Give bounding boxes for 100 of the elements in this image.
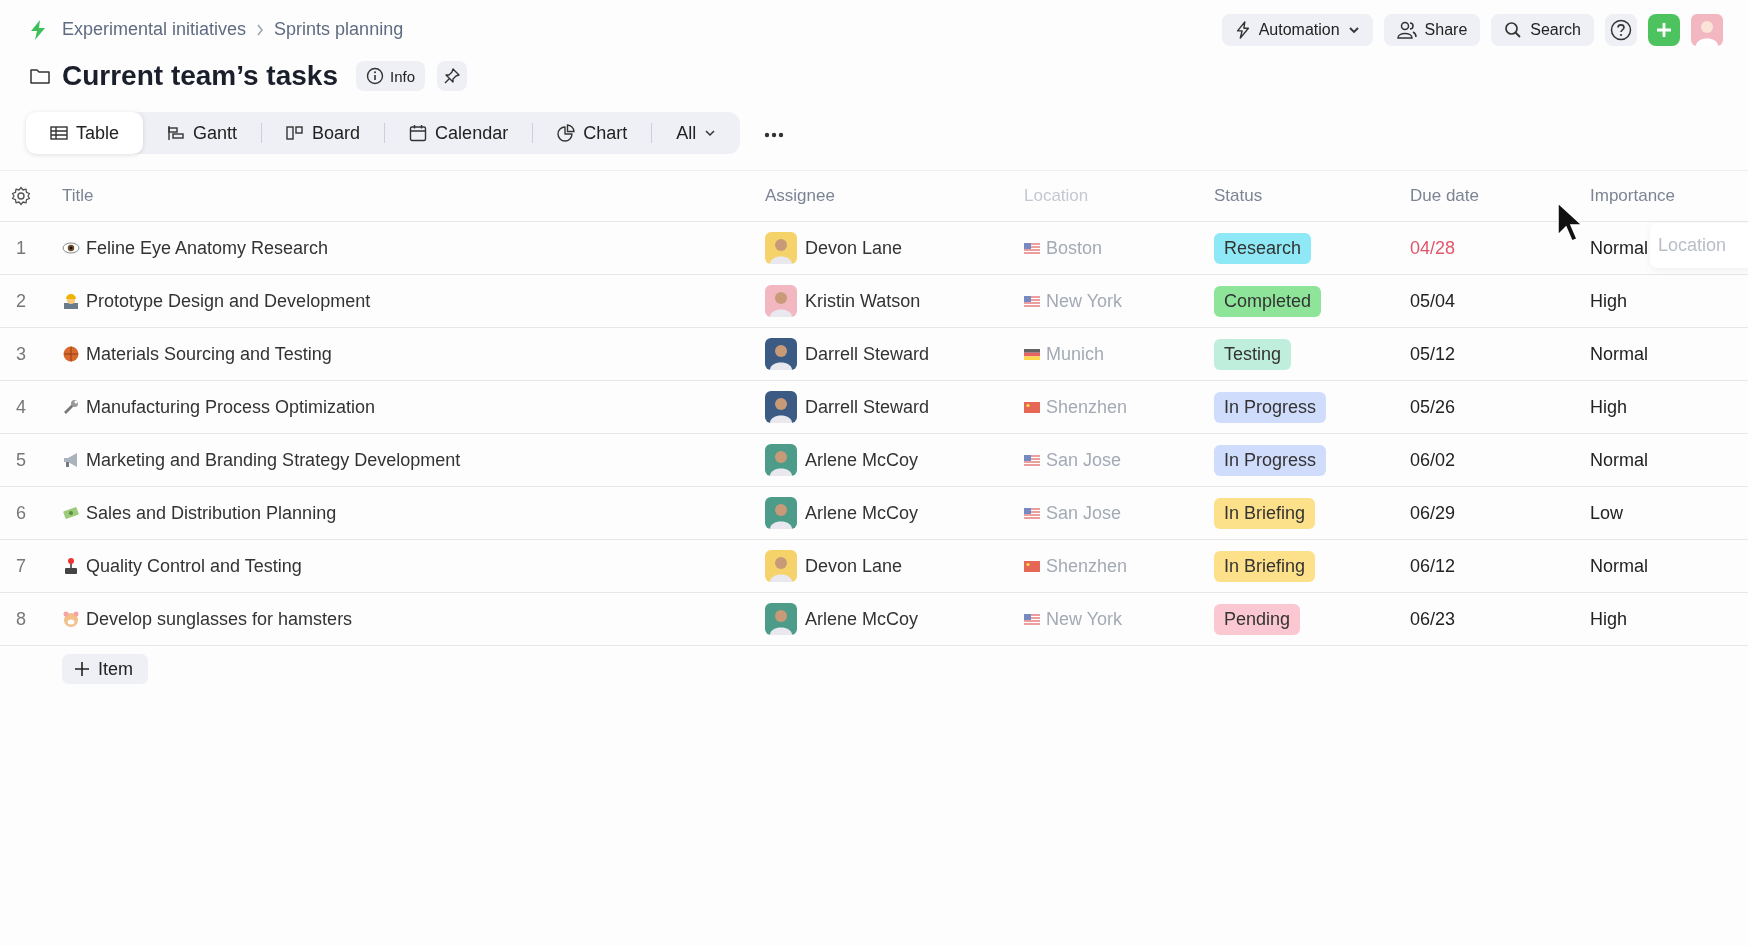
flag-icon <box>1024 507 1040 519</box>
importance-text: Normal <box>1590 449 1648 470</box>
row-number: 6 <box>16 502 26 524</box>
pin-icon <box>443 67 461 85</box>
row-number: 8 <box>16 608 26 630</box>
importance-text: High <box>1590 290 1628 311</box>
lightning-icon <box>1234 20 1251 39</box>
flag-icon <box>1024 295 1040 307</box>
search-icon <box>1504 20 1523 39</box>
assignee-name: Arlene McCoy <box>805 449 919 471</box>
location-text: San Jose <box>1046 502 1122 524</box>
view-tab[interactable]: Chart <box>533 112 652 154</box>
view-tab[interactable]: Board <box>262 112 385 154</box>
status-tag: In Progress <box>1214 391 1327 423</box>
task-icon <box>62 610 80 628</box>
column-header[interactable]: Title <box>62 186 94 206</box>
column-header[interactable]: Importance <box>1590 186 1676 205</box>
help-button[interactable] <box>1605 13 1637 46</box>
status-tag: In Briefing <box>1214 550 1316 582</box>
flag-icon <box>1024 613 1040 625</box>
view-tab[interactable]: Gantt <box>143 112 262 154</box>
info-icon <box>365 67 384 85</box>
search-button[interactable]: Search <box>1491 13 1594 46</box>
assignee-name: Darrell Steward <box>805 396 930 418</box>
due-date: 05/04 <box>1410 290 1456 311</box>
help-icon <box>1610 18 1632 41</box>
settings-icon[interactable] <box>11 186 31 206</box>
flag-icon <box>1024 454 1040 466</box>
task-title: Marketing and Branding Strategy Development <box>86 449 461 471</box>
assignee-name: Arlene McCoy <box>805 608 919 630</box>
row-number: 3 <box>16 343 26 365</box>
row-number: 1 <box>16 237 26 259</box>
due-date: 06/02 <box>1410 449 1456 470</box>
caret-icon <box>704 129 717 137</box>
importance-text: Normal <box>1590 237 1648 258</box>
chevron-icon <box>256 23 265 36</box>
assignee-name: Darrell Steward <box>805 343 930 365</box>
column-header[interactable]: Status <box>1214 186 1263 205</box>
pie-chart-icon <box>557 124 576 142</box>
column-header[interactable]: Assignee <box>765 186 835 206</box>
view-tab[interactable]: Table <box>26 112 144 154</box>
importance-text: Normal <box>1590 343 1648 364</box>
status-tag: In Progress <box>1214 444 1327 476</box>
due-date: 04/28 <box>1410 237 1456 258</box>
location-text: New York <box>1046 290 1123 312</box>
flag-icon <box>1024 401 1040 413</box>
breadcrumb-link[interactable]: Sprints planning <box>274 19 404 40</box>
column-header[interactable]: Due date <box>1410 186 1479 205</box>
task-title: Develop sunglasses for hamsters <box>86 608 353 630</box>
plus-icon <box>74 661 90 677</box>
row-number: 4 <box>16 396 26 418</box>
task-icon <box>62 239 80 257</box>
task-icon <box>62 292 80 310</box>
calendar-icon <box>409 124 428 142</box>
lightning-icon <box>30 19 46 40</box>
location-text: Shenzhen <box>1046 396 1128 418</box>
status-tag: In Briefing <box>1214 497 1316 529</box>
board-icon <box>286 125 305 141</box>
task-title: Quality Control and Testing <box>86 555 302 577</box>
due-date: 05/12 <box>1410 343 1456 364</box>
due-date: 06/23 <box>1410 608 1456 629</box>
share-button[interactable]: Share <box>1383 13 1481 46</box>
automation-button[interactable]: Automation <box>1221 13 1373 46</box>
flag-icon <box>1024 348 1040 360</box>
row-number: 2 <box>16 290 26 312</box>
caret-icon <box>1347 25 1360 34</box>
people-icon <box>1396 20 1417 39</box>
task-title: Prototype Design and Development <box>86 290 371 312</box>
location-text: Munich <box>1046 343 1105 365</box>
view-tab[interactable]: All <box>652 112 741 154</box>
location-text: Shenzhen <box>1046 555 1128 577</box>
folder-icon <box>30 68 50 84</box>
add-item-button[interactable]: Item <box>62 654 148 684</box>
view-tab[interactable]: Calendar <box>385 112 533 154</box>
flag-icon <box>1024 560 1040 572</box>
row-number: 7 <box>16 555 26 577</box>
task-title: Materials Sourcing and Testing <box>86 343 332 365</box>
importance-text: High <box>1590 396 1628 417</box>
importance-text: High <box>1590 608 1628 629</box>
location-text: Boston <box>1046 237 1103 259</box>
importance-text: Low <box>1590 502 1624 523</box>
due-date: 06/29 <box>1410 502 1456 523</box>
gantt-icon <box>167 125 186 141</box>
task-icon <box>62 451 80 469</box>
dragged-column-header: Location <box>1650 223 1748 268</box>
task-icon <box>62 557 80 575</box>
more-icon <box>764 131 785 138</box>
task-icon <box>62 345 80 363</box>
pin-button[interactable] <box>437 61 467 91</box>
info-button[interactable]: Info <box>355 61 425 91</box>
flag-icon <box>1024 242 1040 254</box>
assignee-name: Kristin Watson <box>805 290 921 312</box>
breadcrumb-link[interactable]: Experimental initiatives <box>62 19 247 40</box>
status-tag: Research <box>1214 232 1312 264</box>
task-icon <box>62 398 80 416</box>
location-text: San Jose <box>1046 449 1122 471</box>
due-date: 05/26 <box>1410 396 1456 417</box>
assignee-name: Devon Lane <box>805 555 903 577</box>
due-date: 06/12 <box>1410 555 1456 576</box>
page-title: Current team’s tasks <box>62 60 338 92</box>
